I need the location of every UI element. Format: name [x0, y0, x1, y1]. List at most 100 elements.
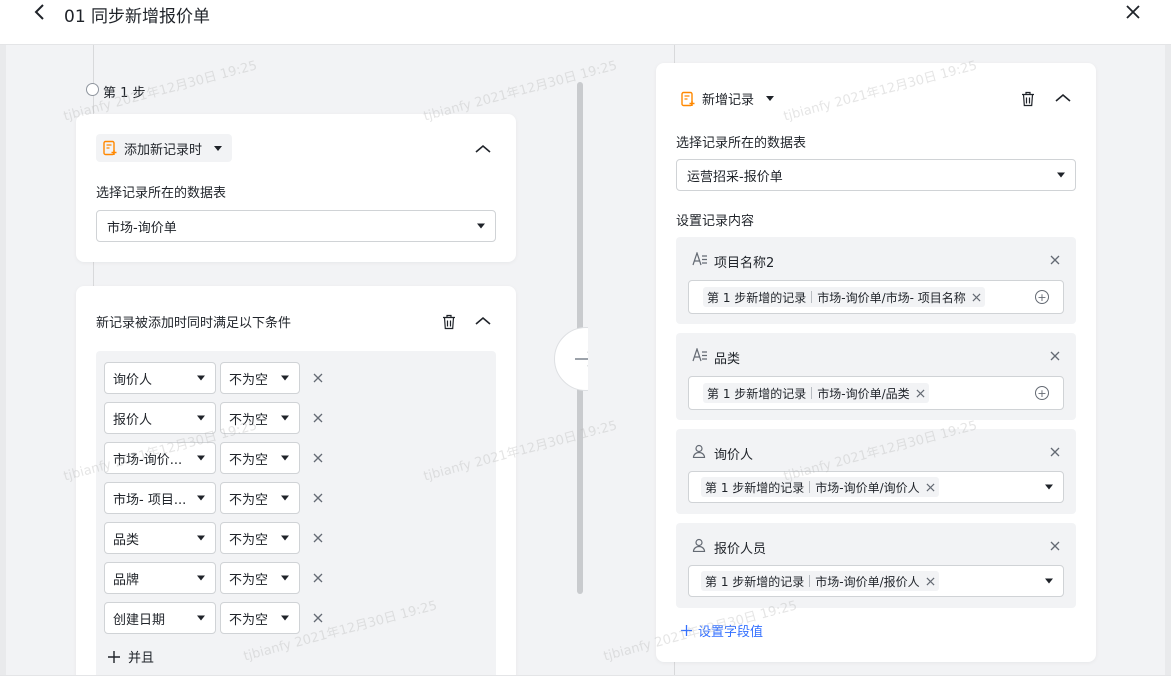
condition-op: 不为空 — [229, 452, 269, 468]
remove-condition-icon[interactable] — [311, 371, 325, 385]
plus-icon — [681, 625, 692, 636]
caret-down-icon — [281, 375, 289, 381]
add-and-condition-button[interactable]: 并且 — [108, 647, 154, 666]
caret-down-icon — [281, 615, 289, 621]
field-item: 品类 第 1 步新增的记录 市场-询价单/品类 + — [676, 333, 1076, 420]
condition-op: 不为空 — [229, 612, 269, 628]
caret-down-icon — [197, 375, 205, 381]
trash-icon[interactable] — [1020, 90, 1036, 108]
remove-condition-icon[interactable] — [311, 451, 325, 465]
plus-icon — [108, 650, 120, 663]
trigger-type-select[interactable]: 添加新记录时 — [96, 134, 233, 162]
collapse-chevron-icon[interactable] — [474, 140, 492, 158]
remove-field-icon[interactable] — [1048, 539, 1062, 553]
tag-close-icon[interactable] — [926, 482, 935, 492]
remove-condition-icon[interactable] — [311, 531, 325, 545]
bottom-strip — [0, 675, 1171, 684]
field-item: 项目名称2 第 1 步新增的记录 市场-询价单/市场- 项目名称 + — [676, 237, 1076, 324]
table-label: 选择记录所在的数据表 — [676, 136, 807, 151]
caret-down-icon — [197, 415, 205, 421]
trigger-name: 添加新记录时 — [124, 142, 203, 158]
text-field-icon — [692, 252, 708, 266]
remove-condition-icon[interactable] — [311, 411, 325, 425]
caret-down-icon — [1045, 578, 1053, 584]
remove-condition-icon[interactable] — [311, 611, 325, 625]
step-label: 第 1 步 — [103, 86, 146, 101]
caret-down-icon — [197, 575, 205, 581]
action-type-select[interactable]: 新增记录 — [680, 89, 775, 108]
remove-condition-icon[interactable] — [311, 491, 325, 505]
chevron-down-icon — [214, 145, 223, 151]
condition-op: 不为空 — [229, 572, 269, 588]
field-item: 报价人员 第 1 步新增的记录 市场-询价单/报价人 — [676, 523, 1076, 608]
condition-field-select[interactable]: 市场- 项目... — [104, 482, 216, 514]
field-item: 询价人 第 1 步新增的记录 市场-询价单/询价人 — [676, 429, 1076, 514]
tag-close-icon[interactable] — [926, 576, 935, 586]
reference-tag: 第 1 步新增的记录 市场-询价单/询价人 — [701, 477, 939, 497]
condition-field-select[interactable]: 报价人 — [104, 402, 216, 434]
condition-field-select[interactable]: 创建日期 — [104, 602, 216, 634]
tag-close-icon[interactable] — [916, 388, 925, 398]
content-label: 设置记录内容 — [676, 214, 755, 229]
condition-op-select[interactable]: 不为空 — [220, 442, 300, 474]
condition-list: 询价人 不为空 报价人 不为空 市场-询价... 不为空 市场- 项目... 不… — [96, 351, 496, 675]
back-arrow-icon[interactable] — [28, 0, 50, 24]
record-add-icon — [680, 91, 696, 107]
condition-op-select[interactable]: 不为空 — [220, 522, 300, 554]
condition-op-select[interactable]: 不为空 — [220, 562, 300, 594]
chevron-down-icon — [766, 96, 775, 101]
condition-field: 市场-询价... — [113, 452, 183, 468]
trigger-table-select[interactable]: 市场-询价单 — [96, 210, 496, 242]
condition-op-select[interactable]: 不为空 — [220, 402, 300, 434]
person-icon — [692, 538, 706, 552]
action-panel: 新增记录 选择记录所在的数据表 运营招采-报价单 设置记录内容 项目名称2 第 … — [588, 45, 1165, 675]
action-table-select[interactable]: 运营招采-报价单 — [676, 159, 1076, 191]
condition-op: 不为空 — [229, 532, 269, 548]
collapse-chevron-icon[interactable] — [1054, 89, 1072, 107]
add-value-icon[interactable]: + — [1035, 290, 1049, 304]
caret-down-icon — [281, 575, 289, 581]
trash-icon[interactable] — [441, 313, 457, 331]
caret-down-icon — [281, 495, 289, 501]
field-name: 品类 — [714, 352, 741, 367]
remove-field-icon[interactable] — [1048, 253, 1062, 267]
tag-step: 第 1 步新增的记录 — [705, 480, 805, 495]
add-value-icon[interactable]: + — [1035, 386, 1049, 400]
field-value-input[interactable]: 第 1 步新增的记录 市场-询价单/市场- 项目名称 + — [688, 280, 1064, 314]
tag-close-icon[interactable] — [972, 292, 981, 302]
condition-op-select[interactable]: 不为空 — [220, 362, 300, 394]
reference-tag: 第 1 步新增的记录 市场-询价单/品类 — [703, 383, 929, 403]
condition-field: 创建日期 — [113, 612, 166, 628]
remove-condition-icon[interactable] — [311, 571, 325, 585]
field-name: 报价人员 — [714, 542, 767, 557]
field-value-input[interactable]: 第 1 步新增的记录 市场-询价单/品类 + — [688, 376, 1064, 410]
tag-step: 第 1 步新增的记录 — [707, 290, 807, 305]
trigger-table-value: 市场-询价单 — [107, 220, 177, 236]
condition-op: 不为空 — [229, 372, 269, 388]
remove-field-icon[interactable] — [1048, 349, 1062, 363]
add-field-value-button[interactable]: 设置字段值 — [681, 621, 763, 640]
tag-path: 市场-询价单/品类 — [817, 386, 910, 401]
caret-down-icon — [197, 615, 205, 621]
reference-tag: 第 1 步新增的记录 市场-询价单/报价人 — [701, 571, 939, 591]
caret-down-icon — [197, 495, 205, 501]
remove-field-icon[interactable] — [1048, 445, 1062, 459]
collapse-chevron-icon[interactable] — [474, 312, 492, 330]
condition-field-select[interactable]: 询价人 — [104, 362, 216, 394]
field-value-select[interactable]: 第 1 步新增的记录 市场-询价单/询价人 — [688, 471, 1064, 503]
condition-op-select[interactable]: 不为空 — [220, 482, 300, 514]
caret-down-icon — [1057, 172, 1065, 178]
condition-field-select[interactable]: 品类 — [104, 522, 216, 554]
and-label: 并且 — [128, 651, 155, 666]
field-value-select[interactable]: 第 1 步新增的记录 市场-询价单/报价人 — [688, 565, 1064, 597]
close-icon[interactable] — [1122, 0, 1144, 24]
caret-down-icon — [281, 415, 289, 421]
person-icon — [692, 444, 706, 458]
page-title: 01 同步新增报价单 — [64, 7, 211, 27]
condition-field-select[interactable]: 市场-询价... — [104, 442, 216, 474]
trigger-card: 添加新记录时 选择记录所在的数据表 市场-询价单 — [76, 114, 516, 262]
condition-op-select[interactable]: 不为空 — [220, 602, 300, 634]
condition-op: 不为空 — [229, 412, 269, 428]
condition-field-select[interactable]: 品牌 — [104, 562, 216, 594]
caret-down-icon — [197, 455, 205, 461]
